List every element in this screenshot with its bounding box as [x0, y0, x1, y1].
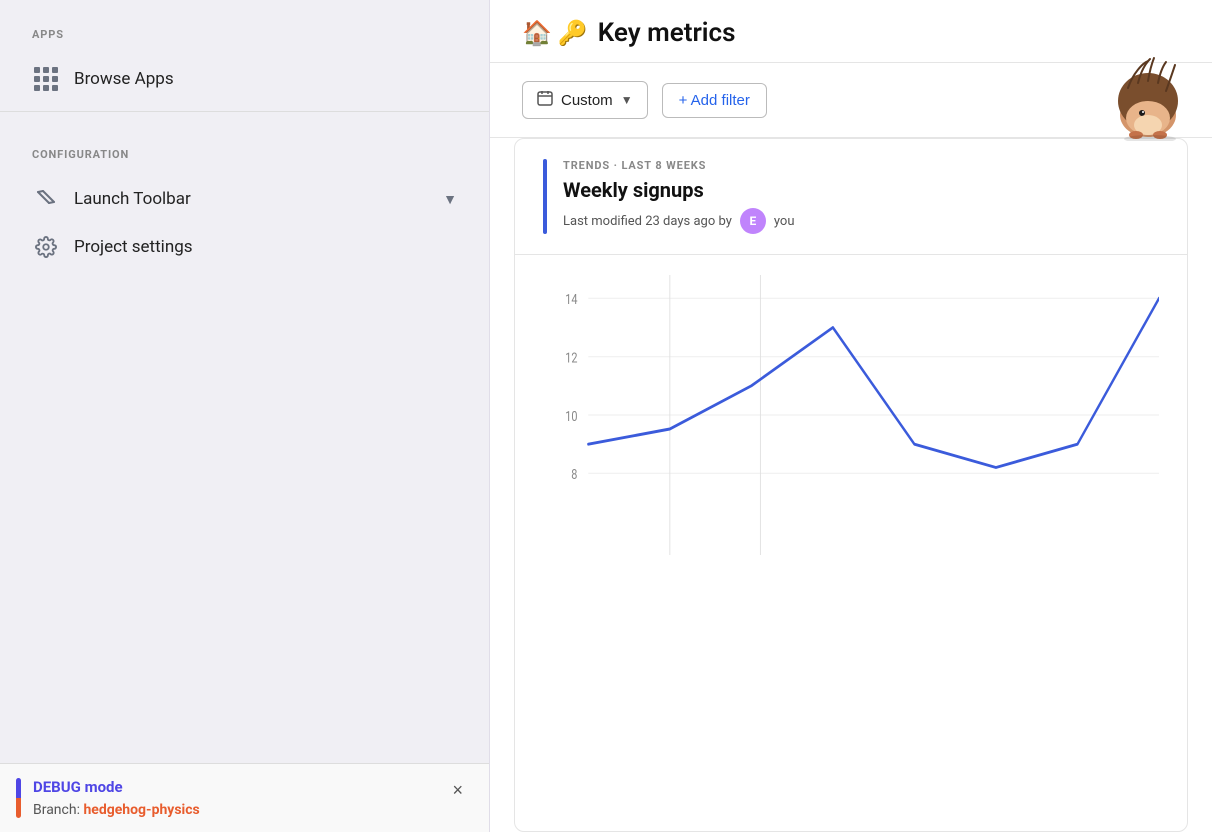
card-accent-bar — [543, 159, 547, 234]
calendar-icon — [537, 90, 553, 110]
branch-prefix: Branch: — [33, 802, 80, 818]
home-icon: 🏠 — [522, 19, 552, 47]
chart-svg: 14 12 10 8 — [543, 275, 1159, 555]
configuration-section-label: CONFIGURATION — [0, 120, 489, 175]
page-title: Key metrics — [598, 18, 736, 48]
custom-date-button[interactable]: Custom ▼ — [522, 81, 648, 119]
debug-mode-label: DEBUG mode — [33, 778, 200, 796]
svg-text:14: 14 — [565, 292, 577, 309]
sidebar: APPS Browse Apps CONFIGURATION Launch To… — [0, 0, 490, 832]
author-name: you — [774, 214, 795, 229]
hedgehog-mascot — [1108, 53, 1188, 143]
svg-text:10: 10 — [565, 409, 577, 426]
card-header-content: TRENDS · LAST 8 WEEKS Weekly signups Las… — [563, 159, 794, 234]
dropdown-arrow-icon: ▼ — [621, 93, 633, 107]
custom-label: Custom — [561, 92, 613, 109]
card-header: TRENDS · LAST 8 WEEKS Weekly signups Las… — [515, 139, 1187, 255]
branch-value: hedgehog-physics — [83, 802, 199, 818]
tools-icon — [32, 185, 60, 213]
debug-stripe-blue — [16, 778, 21, 798]
debug-bar: DEBUG mode Branch: hedgehog-physics × — [0, 763, 489, 832]
gear-icon — [32, 233, 60, 261]
key-icon: 🔑 — [558, 19, 588, 47]
main-content: 🏠 🔑 Key metrics Custom ▼ + Add filter — [490, 0, 1212, 832]
add-filter-button[interactable]: + Add filter — [662, 83, 767, 118]
card-title: Weekly signups — [563, 178, 794, 202]
sidebar-item-browse-apps[interactable]: Browse Apps — [0, 55, 489, 103]
card-meta-text: Last modified 23 days ago by — [563, 214, 732, 229]
debug-close-button[interactable]: × — [446, 778, 469, 803]
chart-area: 14 12 10 8 — [515, 255, 1187, 555]
launch-toolbar-chevron: ▼ — [443, 191, 457, 208]
grid-icon — [32, 65, 60, 93]
header-icons: 🏠 🔑 — [522, 19, 588, 47]
browse-apps-label: Browse Apps — [74, 69, 174, 89]
sidebar-divider-1 — [0, 111, 489, 112]
chart-card: TRENDS · LAST 8 WEEKS Weekly signups Las… — [514, 138, 1188, 832]
debug-stripe — [16, 778, 21, 818]
sidebar-item-project-settings[interactable]: Project settings — [0, 223, 489, 271]
avatar: E — [740, 208, 766, 234]
debug-text: DEBUG mode Branch: hedgehog-physics — [33, 778, 200, 818]
page-header: 🏠 🔑 Key metrics — [490, 0, 1212, 63]
debug-stripe-orange — [16, 798, 21, 818]
apps-section-label: APPS — [0, 0, 489, 55]
project-settings-label: Project settings — [74, 237, 193, 257]
sidebar-item-launch-toolbar[interactable]: Launch Toolbar ▼ — [0, 175, 489, 223]
card-subtitle: TRENDS · LAST 8 WEEKS — [563, 159, 794, 172]
filter-bar: Custom ▼ + Add filter — [490, 63, 1212, 138]
launch-toolbar-label: Launch Toolbar — [74, 189, 191, 209]
debug-branch-label: Branch: hedgehog-physics — [33, 802, 200, 818]
svg-text:12: 12 — [565, 350, 577, 367]
svg-text:8: 8 — [571, 467, 577, 484]
card-meta: Last modified 23 days ago by E you — [563, 208, 794, 234]
